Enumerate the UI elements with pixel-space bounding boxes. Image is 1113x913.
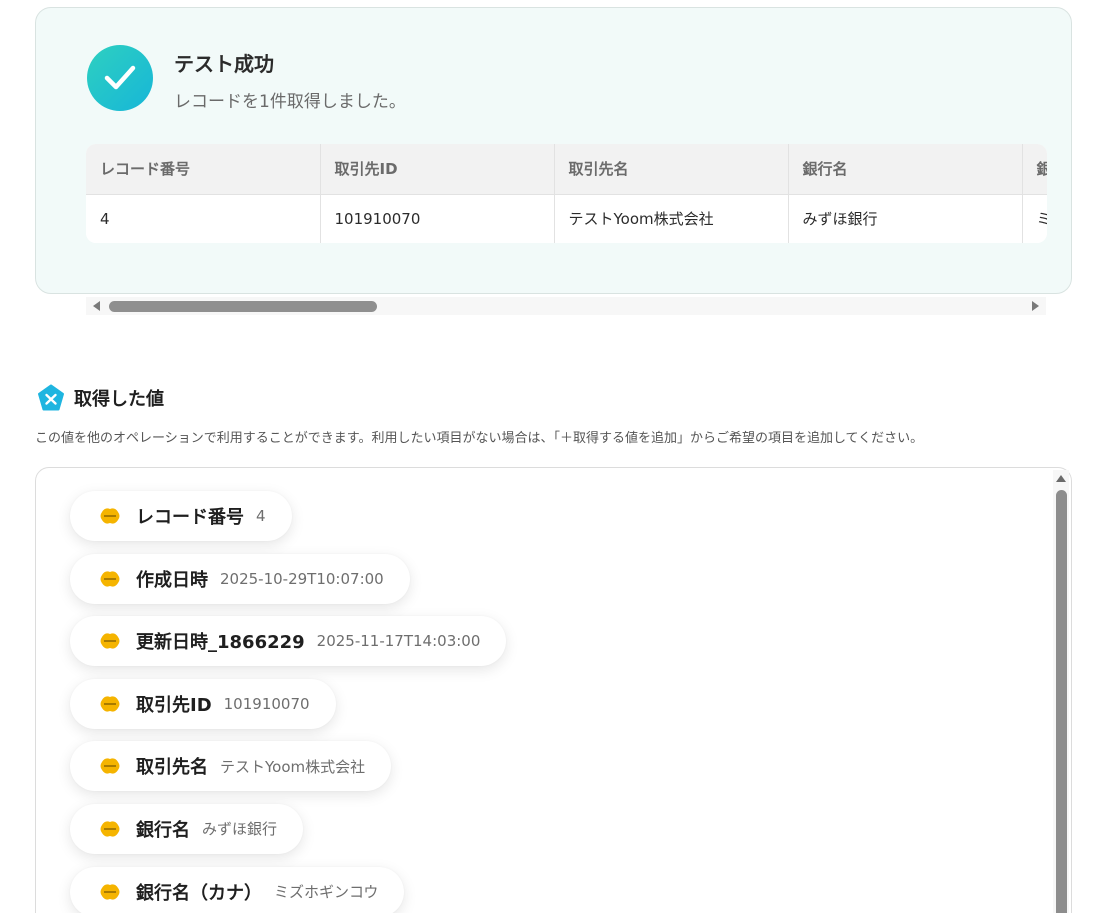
success-message: レコードを1件取得しました。 xyxy=(174,92,406,112)
column-header: 銀行名 xyxy=(788,144,1023,195)
value-chip-value: 101910070 xyxy=(223,694,310,713)
value-chip[interactable]: レコード番号 4 xyxy=(70,491,292,541)
check-circle-icon xyxy=(87,45,153,111)
record-table: レコード番号 取引先ID 取引先名 銀行名 銀 4 101910070 テストY… xyxy=(86,144,1047,243)
yoom-logo-icon xyxy=(38,384,64,411)
value-chip[interactable]: 取引先名 テストYoom株式会社 xyxy=(70,741,392,792)
table-row: 4 101910070 テストYoom株式会社 みずほ銀行 ミ xyxy=(86,194,1047,243)
kintone-icon xyxy=(100,633,120,649)
table-cell: テストYoom株式会社 xyxy=(554,194,789,243)
value-chip[interactable]: 銀行名 みずほ銀行 xyxy=(70,803,304,854)
table-cell: 101910070 xyxy=(320,194,555,243)
table-cell: みずほ銀行 xyxy=(788,194,1023,243)
value-chip-label: 銀行名（カナ） xyxy=(136,882,262,904)
kintone-icon xyxy=(100,696,120,712)
value-chip-list: レコード番号 4 作成日時 2025-10-29T10:07:00 更新日時_1… xyxy=(70,491,507,913)
value-chip-label: 取引先名 xyxy=(136,757,208,779)
value-chip-value: 4 xyxy=(256,507,266,525)
test-success-card: テスト成功 レコードを1件取得しました。 レコード番号 取引先ID 取引先名 銀… xyxy=(35,7,1072,294)
value-chip-label: レコード番号 xyxy=(136,507,244,528)
values-vertical-scrollbar[interactable] xyxy=(1053,470,1069,913)
obtained-values-description: この値を他のオペレーションで利用することができます。利用したい項目がない場合は、… xyxy=(35,431,924,446)
value-chip-label: 作成日時 xyxy=(136,569,208,591)
value-chip-value: テストYoom株式会社 xyxy=(220,757,366,776)
success-title: テスト成功 xyxy=(174,52,274,76)
table-header-row: レコード番号 取引先ID 取引先名 銀行名 銀 xyxy=(86,144,1047,195)
value-chip[interactable]: 作成日時 2025-10-29T10:07:00 xyxy=(70,553,410,604)
page: テスト成功 レコードを1件取得しました。 レコード番号 取引先ID 取引先名 銀… xyxy=(0,0,1113,913)
record-table-container: レコード番号 取引先ID 取引先名 銀行名 銀 4 101910070 テストY… xyxy=(86,144,1047,243)
scroll-left-arrow-icon[interactable] xyxy=(93,301,100,311)
kintone-icon xyxy=(100,571,120,587)
table-cell: 4 xyxy=(86,194,321,243)
value-chip-label: 取引先ID xyxy=(136,694,212,716)
value-chip-value: 2025-10-29T10:07:00 xyxy=(220,569,384,588)
obtained-values-title: 取得した値 xyxy=(74,389,164,410)
kintone-icon xyxy=(100,883,120,900)
value-chip[interactable]: 更新日時_1866229 2025-11-17T14:03:00 xyxy=(70,616,507,667)
column-header: 取引先ID xyxy=(320,144,555,195)
value-chip-label: 銀行名 xyxy=(136,819,190,841)
scrollbar-thumb[interactable] xyxy=(1056,490,1067,913)
obtained-values-header: 取得した値 xyxy=(37,384,164,412)
value-chip-value: 2025-11-17T14:03:00 xyxy=(316,632,481,651)
scroll-up-arrow-icon[interactable] xyxy=(1056,475,1066,482)
obtained-values-panel: レコード番号 4 作成日時 2025-10-29T10:07:00 更新日時_1… xyxy=(35,467,1072,913)
value-chip-label: 更新日時_1866229 xyxy=(136,632,305,654)
value-chip[interactable]: 取引先ID 101910070 xyxy=(70,678,336,729)
value-chip-value: みずほ銀行 xyxy=(202,820,278,839)
kintone-icon xyxy=(100,821,120,837)
column-header: レコード番号 xyxy=(86,144,321,195)
column-header: 取引先名 xyxy=(554,144,789,195)
kintone-icon xyxy=(100,758,120,774)
table-cell: ミ xyxy=(1022,194,1047,243)
column-header: 銀 xyxy=(1022,144,1047,195)
scrollbar-thumb[interactable] xyxy=(109,301,377,312)
kintone-icon xyxy=(100,508,120,524)
scroll-right-arrow-icon[interactable] xyxy=(1032,301,1039,311)
value-chip-value: ミズホギンコウ xyxy=(274,883,379,902)
table-horizontal-scrollbar[interactable] xyxy=(86,297,1046,315)
value-chip[interactable]: 銀行名（カナ） ミズホギンコウ xyxy=(70,866,405,913)
